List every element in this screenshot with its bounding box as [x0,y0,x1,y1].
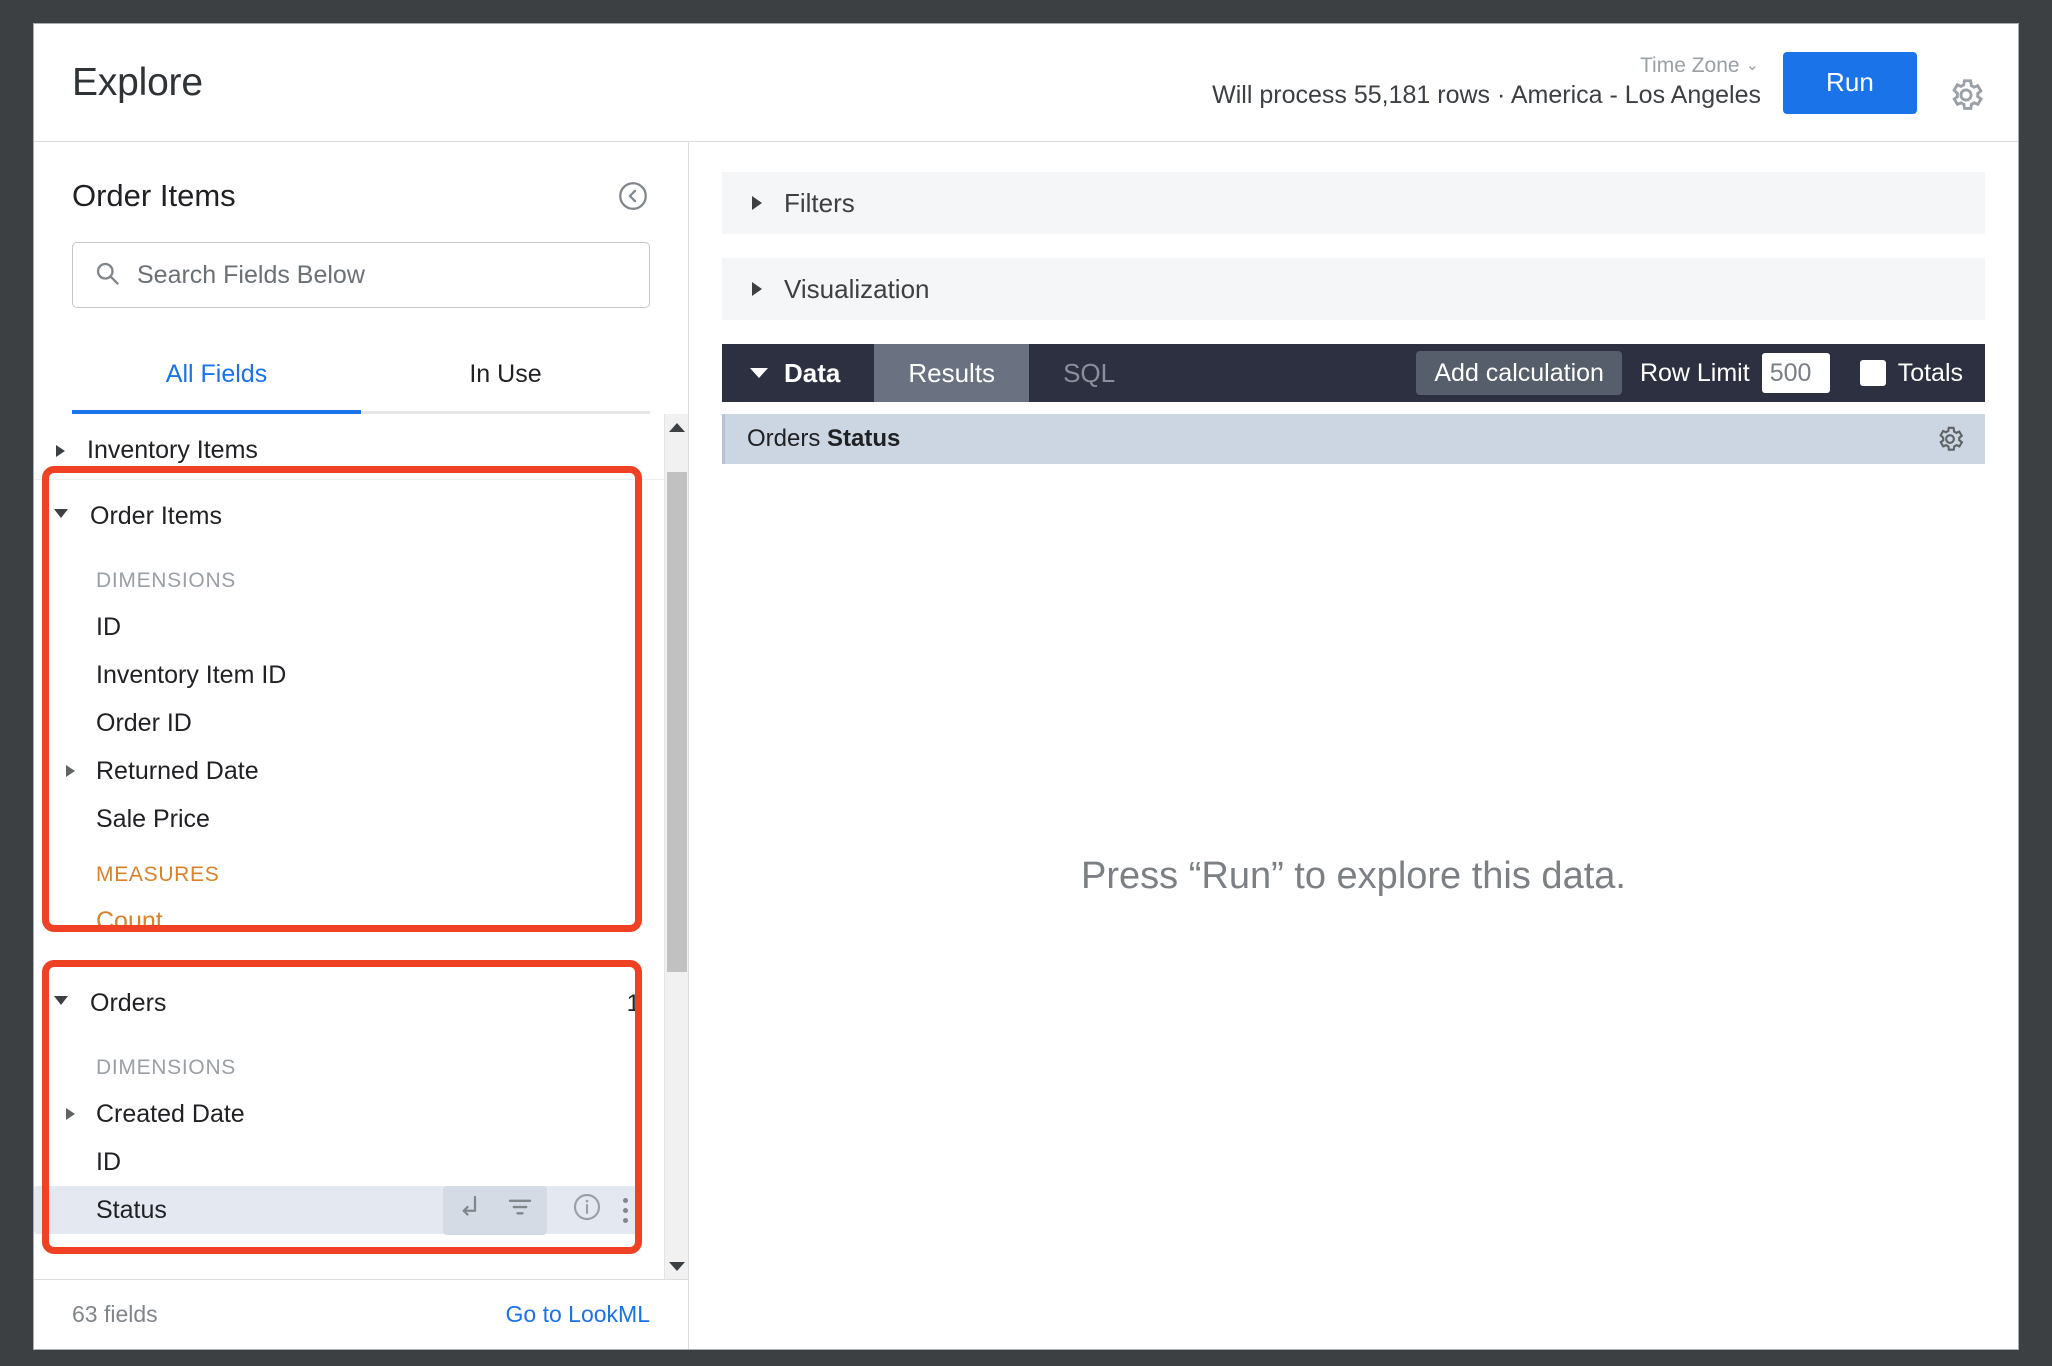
field-picker-sidebar: Order Items Search Fields Below All Fiel… [34,142,689,1349]
view-header-inventory-items[interactable]: Inventory Items [34,422,664,480]
explore-window: Explore Time Zone ⌄ Will process 55,181 … [33,23,2019,1350]
selected-field-label: Orders Status [747,425,901,452]
totals-checkbox[interactable] [1859,360,1886,386]
field-label: Count [96,906,163,935]
scroll-up-arrow-icon[interactable] [665,414,688,440]
field-row[interactable]: Sale Price [34,795,664,843]
field-row-status[interactable]: Status [34,1185,640,1235]
data-bar: Data Results SQL Add calculation Row Lim… [722,344,1985,402]
sidebar-scrollbar[interactable] [664,414,688,1279]
view-name: Order Items [90,502,222,530]
field-label: Inventory Item ID [96,660,287,689]
field-label: Returned Date [96,756,259,785]
field-row[interactable]: Order ID [34,699,664,747]
search-field-container[interactable] [72,242,650,308]
group-label-dimensions: DIMENSIONS [96,1056,237,1079]
gear-icon[interactable] [1947,76,1985,114]
time-zone-selector[interactable]: Time Zone ⌄ [1640,53,1759,79]
chevron-down-icon: ⌄ [1745,56,1759,74]
group-label-measures: MEASURES [96,863,220,886]
field-list: Inventory Items Order Items DIMENSIONS I… [34,414,664,1279]
time-zone-label: Time Zone [1640,53,1740,77]
more-options-icon[interactable] [623,1197,628,1223]
go-to-lookml-link[interactable]: Go to LookML [506,1301,650,1328]
scroll-down-arrow-icon[interactable] [665,1253,688,1279]
field-list-scroll-area: Inventory Items Order Items DIMENSIONS I… [34,414,688,1279]
main-panel: Filters Visualization Data Results SQL A… [689,142,2018,1349]
rows-estimate-text: Will process 55,181 rows · America - Los… [1212,81,1761,109]
chevron-right-icon [66,765,75,777]
data-section-toggle[interactable]: Data [722,344,874,402]
filters-label: Filters [784,187,855,218]
row-limit-label: Row Limit [1639,358,1750,387]
pivot-icon[interactable] [455,1192,485,1229]
field-row[interactable]: ID [34,1138,664,1186]
group-label-dimensions: DIMENSIONS [96,569,237,592]
scrollbar-thumb[interactable] [667,472,687,972]
fields-count-label: 63 fields [72,1301,158,1327]
visualization-accordion[interactable]: Visualization [722,258,1985,320]
tab-sql[interactable]: SQL [1029,344,1149,402]
top-bar: Explore Time Zone ⌄ Will process 55,181 … [34,24,2018,142]
view-header-orders[interactable]: Orders 1 [34,945,664,1036]
view-name: Inventory Items [87,436,258,464]
empty-state: Press “Run” to explore this data. [689,464,2018,1349]
chevron-down-icon [54,996,68,1011]
sidebar-footer: 63 fields Go to LookML [34,1279,688,1349]
tab-results[interactable]: Results [874,344,1030,402]
field-row[interactable]: Count [34,897,664,945]
field-label: ID [96,1147,121,1176]
data-label: Data [784,357,841,388]
explore-name: Order Items [72,178,236,213]
view-used-count: 1 [626,989,640,1017]
explore-name-row: Order Items [72,178,650,214]
chevron-right-icon [56,444,65,457]
view-header-order-items[interactable]: Order Items [34,480,664,549]
search-icon [93,259,121,292]
info-icon[interactable] [571,1191,603,1230]
run-button[interactable]: Run [1783,51,1917,114]
visualization-label: Visualization [784,273,930,304]
chevron-left-circle-icon[interactable] [616,179,650,213]
field-label: Created Date [96,1099,245,1128]
chevron-down-icon [54,509,68,524]
empty-state-message: Press “Run” to explore this data. [1081,855,1626,897]
field-row[interactable]: Returned Date [34,747,664,795]
field-row[interactable]: ID [34,603,664,651]
top-bar-right-group: Time Zone ⌄ Will process 55,181 rows · A… [1212,51,1985,114]
field-row-actions [443,1185,640,1235]
add-calculation-button[interactable]: Add calculation [1416,351,1622,395]
tab-all-fields[interactable]: All Fields [72,350,361,414]
chevron-right-icon [752,282,762,296]
chevron-down-icon [750,368,768,378]
view-name: Orders [90,989,167,1017]
query-info-group: Time Zone ⌄ Will process 55,181 rows · A… [1212,53,1761,114]
totals-checkbox-group[interactable]: Totals [1859,358,1963,388]
search-input[interactable] [137,260,629,290]
field-tabs: All Fields In Use [72,350,650,414]
field-label: ID [96,612,121,641]
field-label: Order ID [96,708,192,737]
page-title: Explore [72,60,203,104]
data-bar-controls: Add calculation Row Limit Totals [1416,344,1985,402]
row-limit-input[interactable] [1761,353,1830,393]
gear-icon[interactable] [1935,424,1965,454]
chevron-right-icon [66,1108,75,1120]
field-row[interactable]: Inventory Item ID [34,651,664,699]
field-row[interactable]: Created Date [34,1090,664,1138]
selected-field-chip[interactable]: Orders Status [722,414,1985,464]
tab-in-use[interactable]: In Use [361,350,650,411]
field-label: Status [96,1195,167,1224]
totals-label: Totals [1897,358,1963,387]
field-quick-actions [443,1185,547,1235]
filter-icon[interactable] [505,1192,535,1229]
filters-accordion[interactable]: Filters [722,172,1985,234]
sidebar-header: Order Items Search Fields Below All Fiel… [34,142,688,414]
field-label: Sale Price [96,804,210,833]
chevron-right-icon [752,196,762,210]
body-split: Order Items Search Fields Below All Fiel… [34,142,2018,1349]
